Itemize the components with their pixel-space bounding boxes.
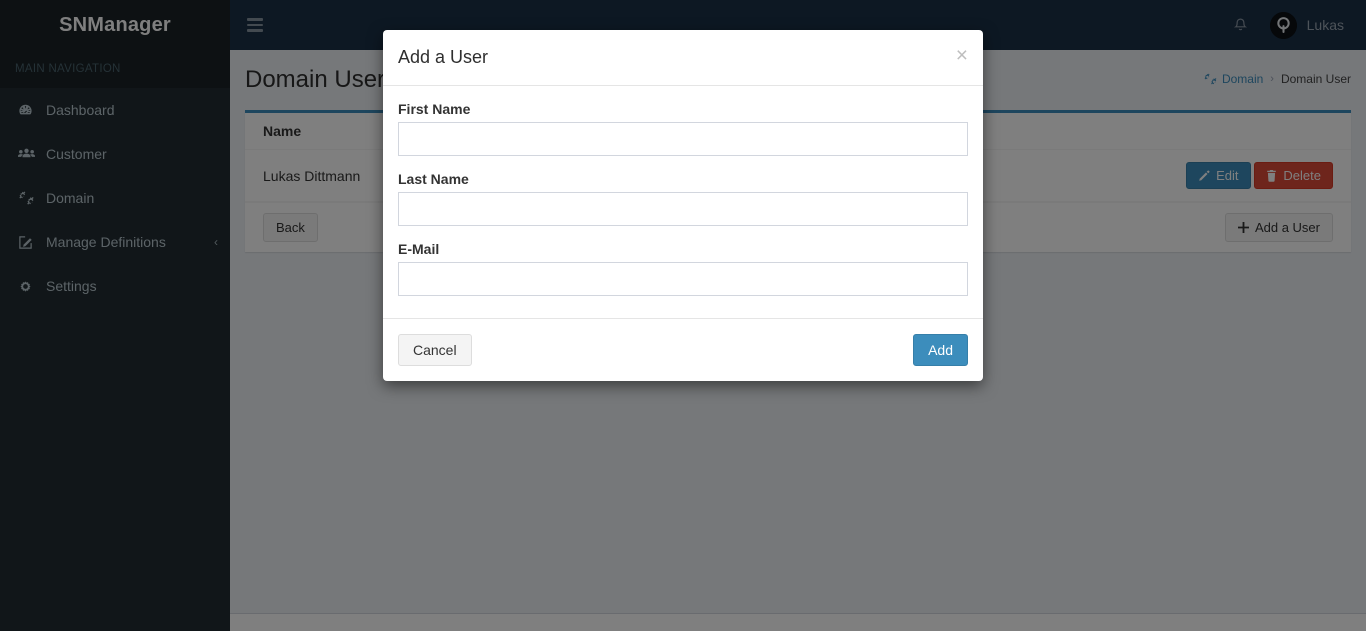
last-name-input[interactable]	[398, 191, 968, 226]
form-group-email: E-Mail	[398, 241, 968, 296]
email-input[interactable]	[398, 261, 968, 296]
first-name-input[interactable]	[398, 121, 968, 156]
submit-add-button-label: Add	[928, 341, 953, 358]
add-user-modal: Add a User × First Name Last Name E-Mail…	[383, 30, 983, 381]
submit-add-button[interactable]: Add	[913, 333, 968, 366]
form-group-first-name: First Name	[398, 101, 968, 156]
app-root: SNManager MAIN NAVIGATION Dashboard	[0, 0, 1366, 631]
modal-body: First Name Last Name E-Mail	[383, 86, 983, 318]
cancel-button-label: Cancel	[413, 341, 457, 358]
modal-header: Add a User ×	[383, 30, 983, 86]
modal-title: Add a User	[398, 47, 489, 67]
last-name-label: Last Name	[398, 170, 469, 187]
email-label: E-Mail	[398, 240, 440, 257]
close-icon[interactable]: ×	[956, 45, 968, 66]
first-name-label: First Name	[398, 100, 471, 117]
form-group-last-name: Last Name	[398, 171, 968, 226]
cancel-button[interactable]: Cancel	[398, 333, 472, 366]
modal-footer: Cancel Add	[383, 317, 983, 381]
